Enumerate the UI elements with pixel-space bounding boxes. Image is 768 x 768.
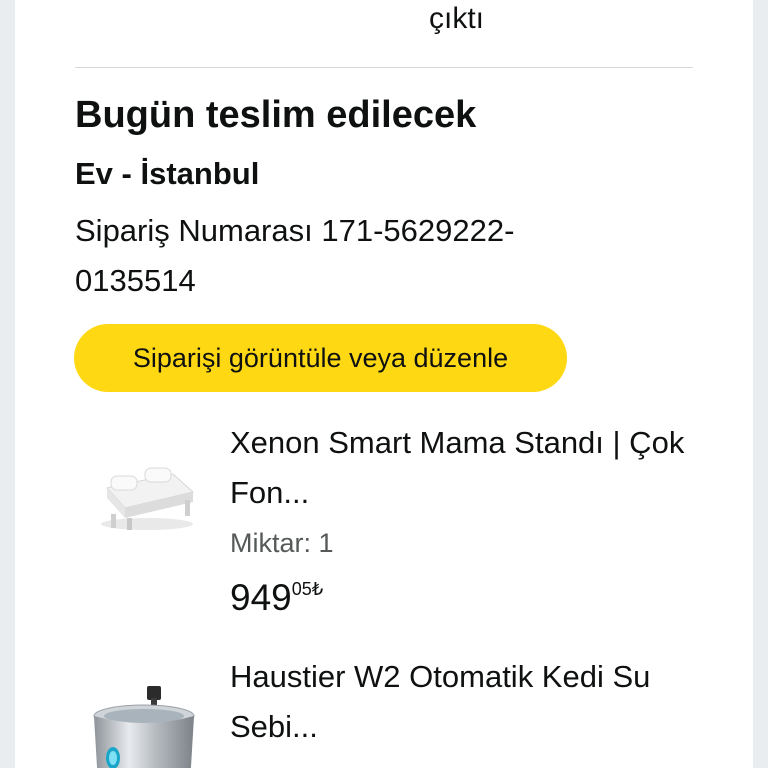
price-fraction: 05 — [291, 579, 312, 599]
order-card: çıktı Bugün teslim edilecek Ev - İstanbu… — [15, 0, 753, 768]
view-or-edit-order-button[interactable]: Siparişi görüntüle veya düzenle — [74, 324, 567, 392]
product-image[interactable] — [85, 430, 203, 548]
divider — [75, 67, 693, 68]
delivery-address: Ev - İstanbul — [75, 156, 260, 191]
product-title[interactable]: Haustier W2 Otomatik Kedi Su Sebi... — [230, 652, 710, 752]
white-pet-bowl-stand-image — [101, 467, 195, 530]
product-title[interactable]: Xenon Smart Mama Standı | Çok Fon... — [230, 418, 710, 518]
product-quantity: Miktar: 1 — [230, 528, 334, 558]
order-number: Sipariş Numarası 171-5629222-0135514 — [75, 213, 515, 298]
price-currency: ₺ — [311, 579, 324, 599]
price-whole: 949 — [230, 577, 292, 618]
product-info: Haustier W2 Otomatik Kedi Su Sebi... — [230, 652, 710, 752]
product-info: Xenon Smart Mama Standı | Çok Fon... Mik… — [230, 418, 710, 619]
top-fragment-text: çıktı — [429, 2, 485, 35]
steel-water-fountain-image — [93, 686, 195, 768]
product-price: 94905₺ — [230, 577, 710, 619]
delivery-status-title: Bugün teslim edilecek — [75, 94, 477, 136]
product-image[interactable] — [85, 684, 203, 768]
